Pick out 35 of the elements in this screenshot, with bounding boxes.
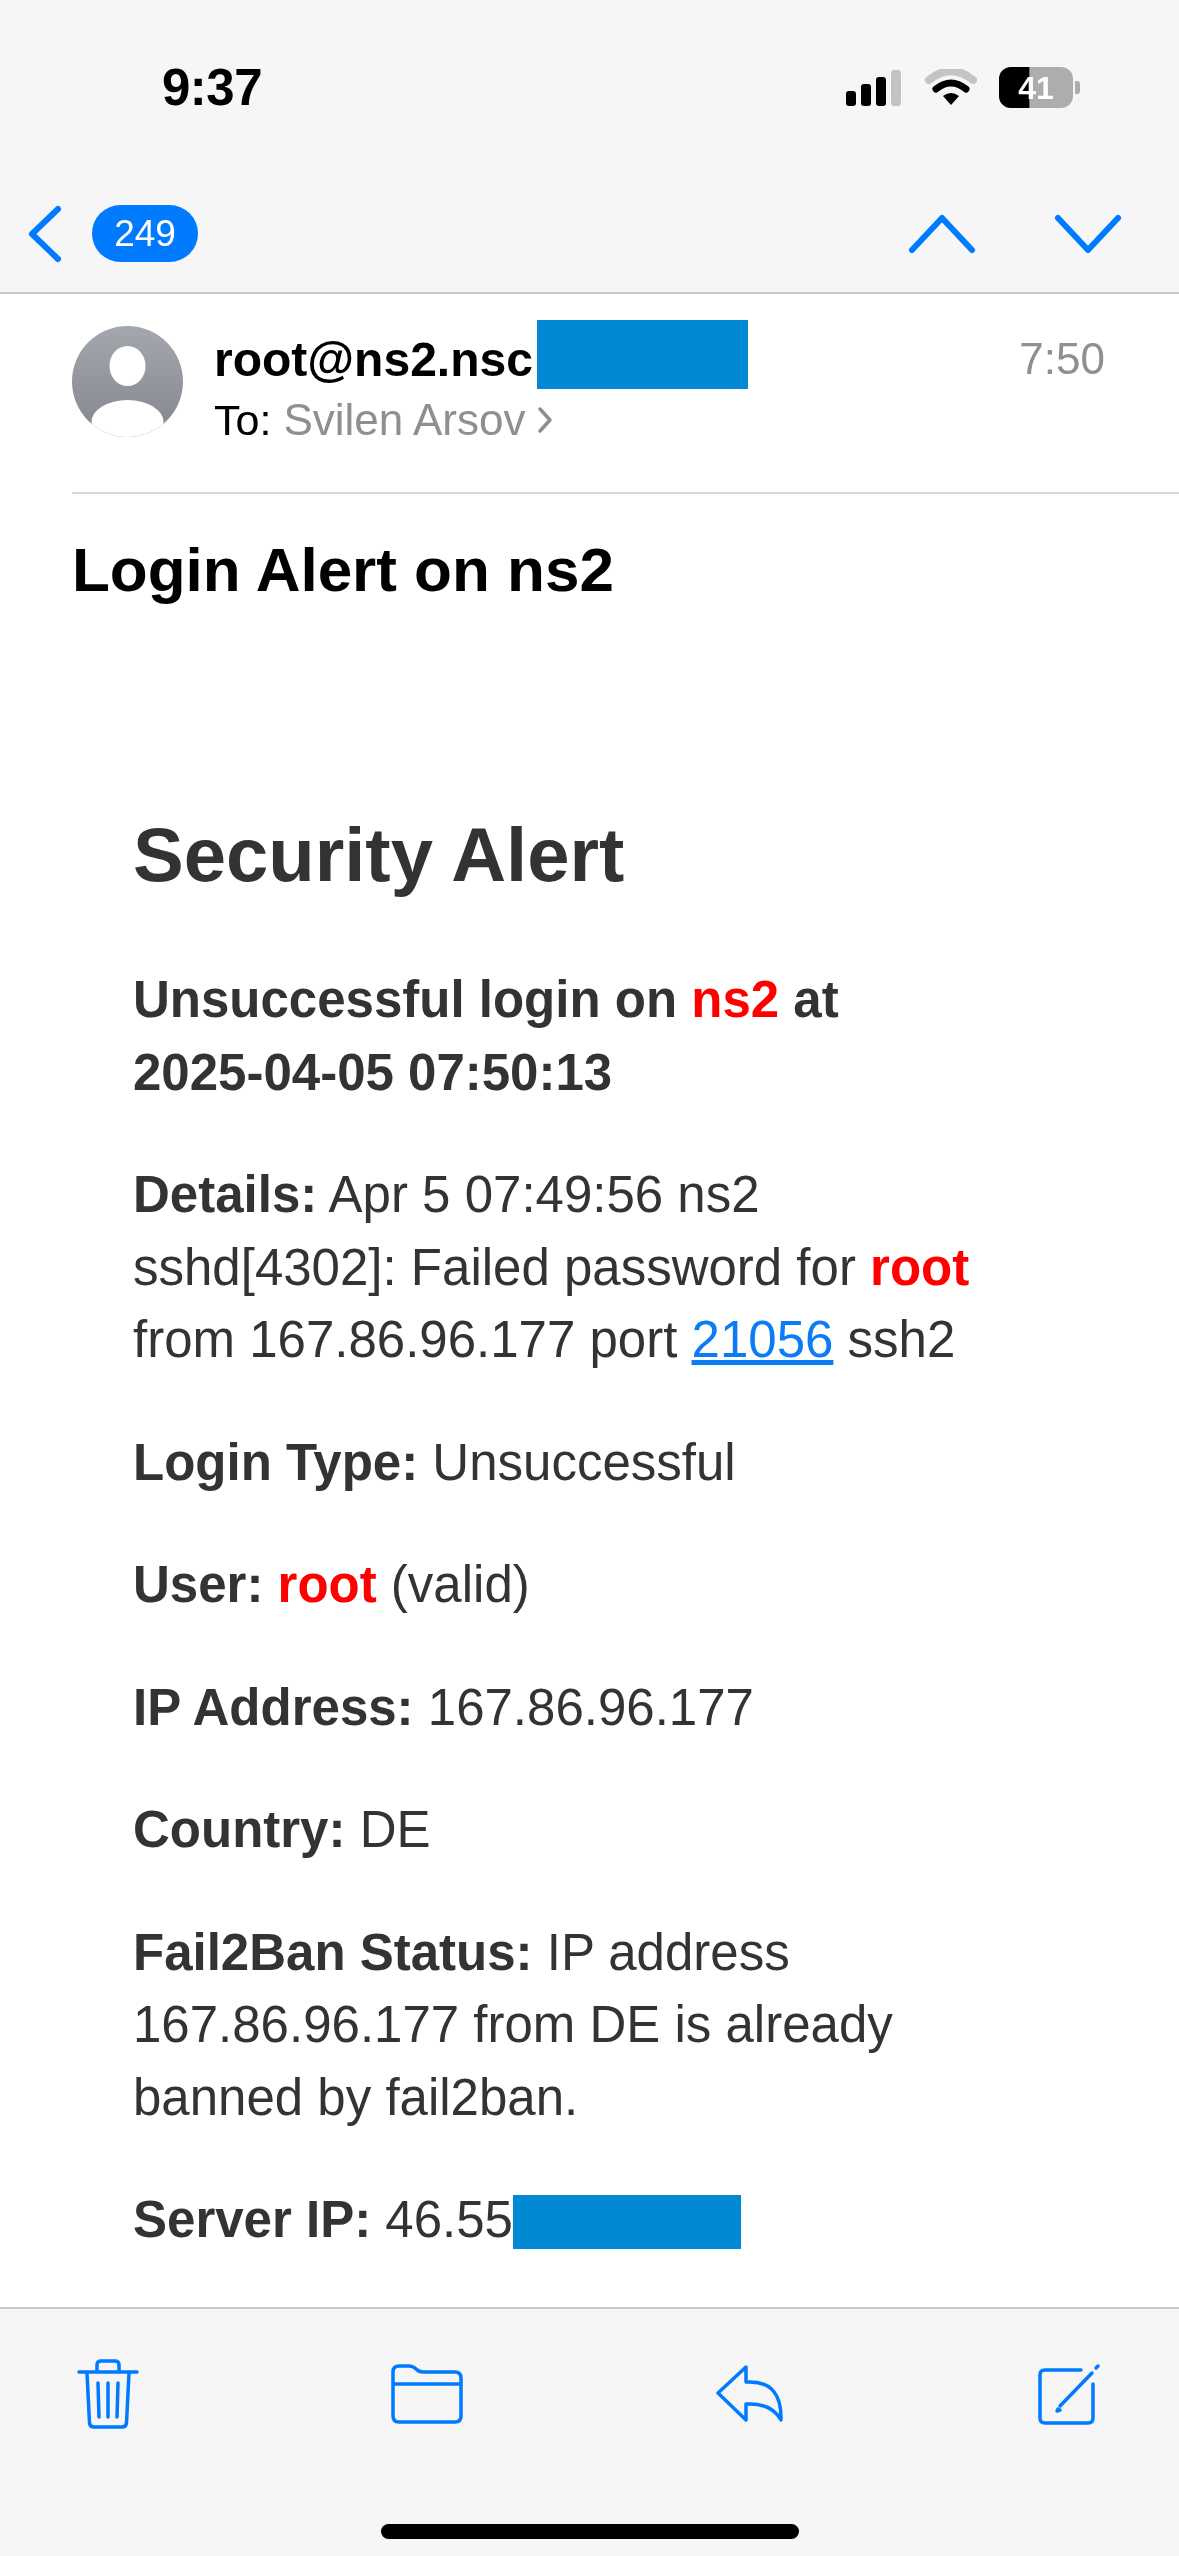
message-paragraph: Unsuccessful login on ns2 at 2025-04-05 07:50:13 xyxy=(133,971,839,1101)
message-paragraph: IP Address: 167.86.96.177 xyxy=(133,1678,754,1736)
next-message-button[interactable] xyxy=(1054,213,1122,254)
reply-button[interactable] xyxy=(715,2363,785,2424)
subject-title: Login Alert on ns2 xyxy=(72,534,614,607)
sender-address[interactable]: root@ns2.nsc xyxy=(214,331,533,387)
port-number-link[interactable]: 21056 xyxy=(691,1311,834,1369)
compose-icon xyxy=(1037,2361,1101,2426)
message-paragraph: Details: Apr 5 07:49:56 ns2 sshd[4302]: Failed password for root from 167.86.96.177 port 21056 ssh2 xyxy=(133,1166,970,1369)
move-button[interactable] xyxy=(391,2363,463,2424)
reply-arrow-icon xyxy=(715,2363,785,2424)
recipient-label: To: xyxy=(214,395,272,445)
avatar-icon xyxy=(72,326,183,438)
message-paragraph: Login Type: Unsuccessful xyxy=(133,1433,736,1491)
message-paragraph: Server IP: 46.55 xyxy=(133,2191,513,2249)
compose-button[interactable] xyxy=(1037,2361,1101,2426)
folder-icon xyxy=(391,2363,463,2424)
delete-button[interactable] xyxy=(77,2358,139,2429)
back-button[interactable]: 249 xyxy=(28,204,198,263)
chevron-down-icon xyxy=(1054,213,1122,254)
status-time: 9:37 xyxy=(162,58,263,118)
previous-message-button[interactable] xyxy=(908,213,976,254)
recipient-name[interactable]: Svilen Arsov xyxy=(283,395,526,446)
signal-icon xyxy=(846,69,903,106)
message-paragraph: Country: DE xyxy=(133,1801,431,1859)
message-paragraph: Fail2Ban Status: IP address 167.86.96.177 from DE is already banned by fail2ban. xyxy=(133,1923,893,2126)
trash-icon xyxy=(77,2358,139,2429)
back-chevron-icon xyxy=(28,204,62,263)
message-paragraph: User: root (valid) xyxy=(133,1556,530,1614)
chevron-up-icon xyxy=(908,213,976,254)
chevron-right-icon xyxy=(537,406,554,435)
alert-heading: Security Alert xyxy=(133,811,625,900)
unread-count-badge: 249 xyxy=(92,205,198,263)
received-time: 7:50 xyxy=(1019,334,1105,385)
wifi-icon xyxy=(925,68,977,107)
